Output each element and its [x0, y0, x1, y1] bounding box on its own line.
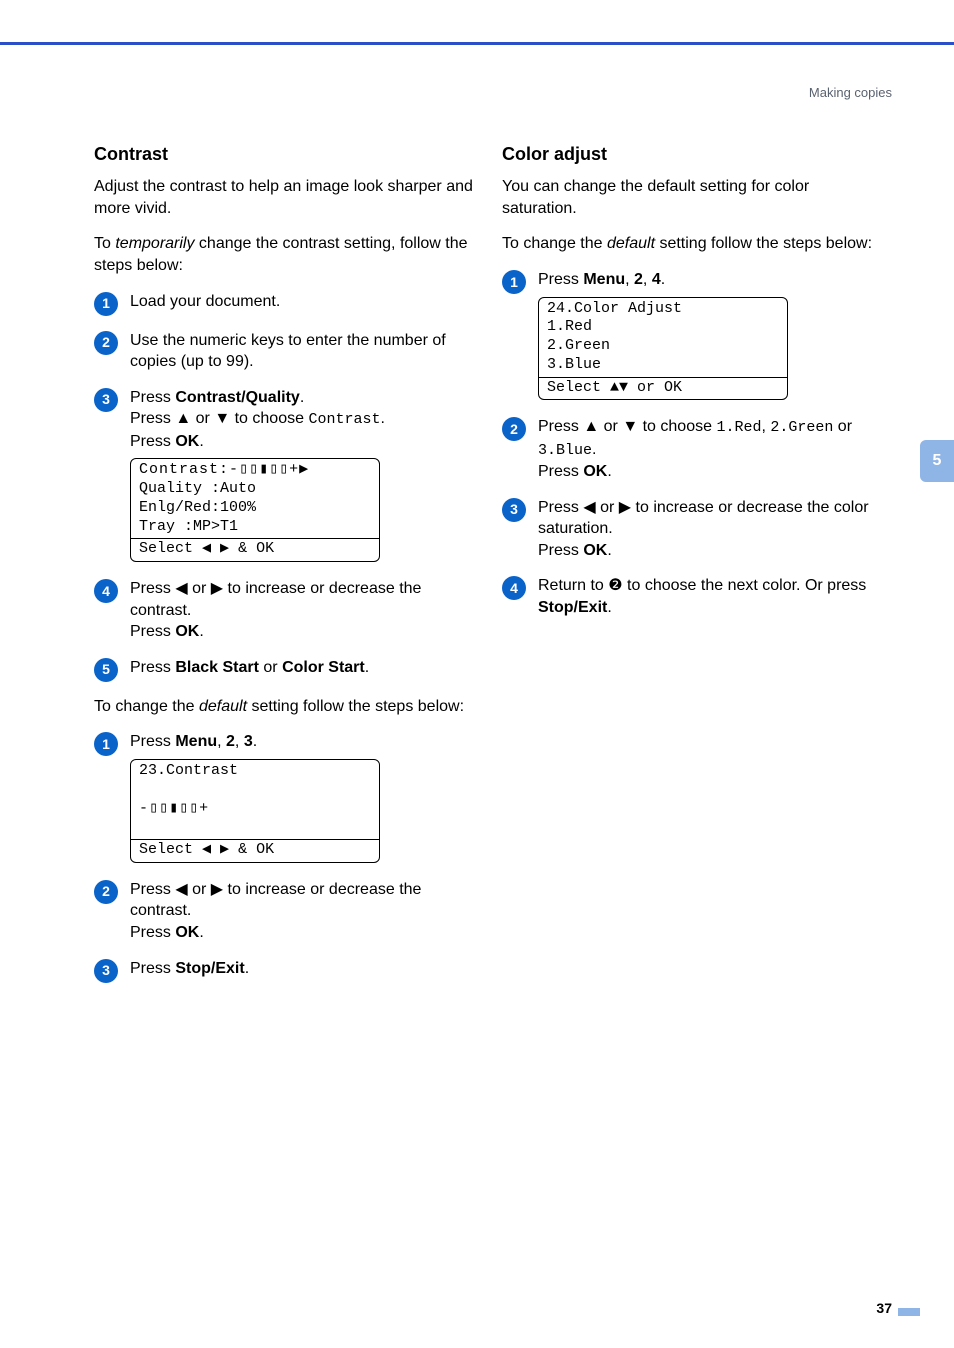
step-number: 3: [502, 498, 526, 522]
step-text: Press Menu, 2, 4. 24.Color Adjust 1.Red …: [538, 269, 888, 402]
heading-color-adjust: Color adjust: [502, 142, 888, 166]
step-text: Press ◀ or ▶ to increase or decrease the…: [130, 578, 480, 643]
step-text: Press Contrast/Quality. Press ▲ or ▼ to …: [130, 387, 480, 564]
dstep-2: 2 Press ◀ or ▶ to increase or decrease t…: [94, 879, 480, 944]
step-text: Press Black Start or Color Start.: [130, 657, 480, 682]
heading-contrast: Contrast: [94, 142, 480, 166]
step-number: 2: [94, 331, 118, 355]
step-text: Press ◀ or ▶ to increase or decrease the…: [130, 879, 480, 944]
step-text: Load your document.: [130, 291, 480, 316]
lcd-display: 24.Color Adjust 1.Red 2.Green 3.Blue Sel…: [538, 297, 788, 401]
step-number: 2: [502, 417, 526, 441]
left-column: Contrast Adjust the contrast to help an …: [94, 142, 480, 997]
step-number: 1: [94, 732, 118, 756]
step-text: Use the numeric keys to enter the number…: [130, 330, 480, 373]
rstep-1: 1 Press Menu, 2, 4. 24.Color Adjust 1.Re…: [502, 269, 888, 402]
rstep-4: 4 Return to ❷ to choose the next color. …: [502, 575, 888, 618]
step-text: Press Menu, 2, 3. 23.Contrast -▯▯▮▯▯+ Se…: [130, 731, 480, 864]
dstep-1: 1 Press Menu, 2, 3. 23.Contrast -▯▯▮▯▯+ …: [94, 731, 480, 864]
step-text: Return to ❷ to choose the next color. Or…: [538, 575, 888, 618]
rstep-3: 3 Press ◀ or ▶ to increase or decrease t…: [502, 497, 888, 562]
contrast-temp-lead: To temporarily change the contrast setti…: [94, 233, 480, 276]
lcd-display: Contrast:-▯▯▮▯▯+▶ Quality :Auto Enlg/Red…: [130, 458, 380, 562]
color-lead: To change the default setting follow the…: [502, 233, 888, 255]
step-number: 1: [94, 292, 118, 316]
step-number: 4: [94, 579, 118, 603]
step-4: 4 Press ◀ or ▶ to increase or decrease t…: [94, 578, 480, 643]
footer-accent: [898, 1308, 920, 1316]
chapter-tab: 5: [920, 440, 954, 482]
step-text: Press Stop/Exit.: [130, 958, 480, 983]
right-column: Color adjust You can change the default …: [502, 142, 888, 632]
step-text: Press ▲ or ▼ to choose 1.Red, 2.Green or…: [538, 416, 888, 482]
step-5: 5 Press Black Start or Color Start.: [94, 657, 480, 682]
step-1: 1 Load your document.: [94, 291, 480, 316]
contrast-default-lead: To change the default setting follow the…: [94, 696, 480, 718]
step-2: 2 Use the numeric keys to enter the numb…: [94, 330, 480, 373]
contrast-intro: Adjust the contrast to help an image loo…: [94, 176, 480, 219]
step-3: 3 Press Contrast/Quality. Press ▲ or ▼ t…: [94, 387, 480, 564]
rstep-2: 2 Press ▲ or ▼ to choose 1.Red, 2.Green …: [502, 416, 888, 482]
step-number: 4: [502, 576, 526, 600]
lcd-display: 23.Contrast -▯▯▮▯▯+ Select ◀ ▶ & OK: [130, 759, 380, 863]
step-number: 5: [94, 658, 118, 682]
step-number: 3: [94, 388, 118, 412]
step-ref-badge: ❷: [608, 577, 622, 594]
step-number: 1: [502, 270, 526, 294]
breadcrumb: Making copies: [809, 84, 892, 102]
step-number: 3: [94, 959, 118, 983]
step-number: 2: [94, 880, 118, 904]
header-rule: [0, 42, 954, 45]
page-number: 37: [876, 1299, 892, 1318]
dstep-3: 3 Press Stop/Exit.: [94, 958, 480, 983]
step-text: Press ◀ or ▶ to increase or decrease the…: [538, 497, 888, 562]
color-intro: You can change the default setting for c…: [502, 176, 888, 219]
